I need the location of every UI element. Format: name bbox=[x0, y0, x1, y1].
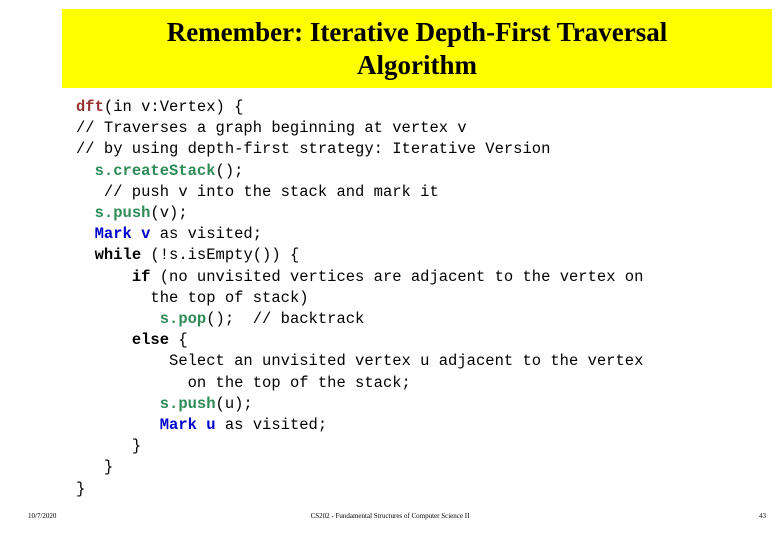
code-token-plain: the top of stack) bbox=[150, 288, 309, 307]
code-token-method: s.push bbox=[94, 204, 151, 223]
code-line: the top of stack) bbox=[76, 288, 766, 309]
page-title-line-1: Remember: Iterative Depth-First Traversa… bbox=[166, 16, 668, 47]
slide-title-banner: Remember: Iterative Depth-First Traversa… bbox=[62, 9, 772, 88]
code-token-mark: Mark v bbox=[94, 225, 151, 244]
code-token-plain: (v); bbox=[150, 204, 188, 223]
code-token-plain: on the top of the stack; bbox=[187, 373, 411, 392]
code-line: s.push(v); bbox=[76, 203, 766, 224]
code-token-kw: else bbox=[131, 331, 170, 350]
code-token-plain: (u); bbox=[215, 394, 253, 413]
code-token-plain: // by using depth-first strategy: Iterat… bbox=[76, 140, 551, 159]
code-token-method: s.pop bbox=[159, 310, 207, 329]
code-line: Select an unvisited vertex u adjacent to… bbox=[76, 351, 766, 372]
code-token-mark: Mark u bbox=[159, 416, 216, 435]
code-token-kw: while bbox=[94, 246, 142, 265]
code-token-plain: } bbox=[76, 479, 86, 498]
code-token-kw: if bbox=[131, 267, 151, 286]
code-line: s.pop(); // backtrack bbox=[76, 309, 766, 330]
code-line: Mark u as visited; bbox=[76, 415, 766, 436]
code-token-plain: as visited; bbox=[215, 416, 328, 435]
code-line: } bbox=[76, 436, 766, 457]
code-line: Mark v as visited; bbox=[76, 224, 766, 245]
code-line: dft(in v:Vertex) { bbox=[76, 97, 766, 118]
code-token-plain: (!s.isEmpty()) { bbox=[141, 246, 300, 265]
code-line: // push v into the stack and mark it bbox=[76, 182, 766, 203]
code-token-plain: (no unvisited vertices are adjacent to t… bbox=[150, 267, 644, 286]
footer-page-number: 43 bbox=[759, 512, 766, 520]
page-title: Remember: Iterative Depth-First Traversa… bbox=[87, 16, 747, 82]
code-line: else { bbox=[76, 330, 766, 351]
code-token-plain: } bbox=[103, 458, 114, 477]
code-token-plain: // Traverses a graph beginning at vertex… bbox=[76, 119, 467, 138]
algorithm-code-block: dft(in v:Vertex) {// Traverses a graph b… bbox=[76, 97, 766, 500]
code-token-method: s.push bbox=[159, 394, 216, 413]
code-token-plain: (); // backtrack bbox=[206, 310, 365, 329]
code-token-plain: Select an unvisited vertex u adjacent to… bbox=[169, 352, 644, 371]
code-token-plain: as visited; bbox=[150, 225, 263, 244]
code-line: if (no unvisited vertices are adjacent t… bbox=[76, 267, 766, 288]
code-line: on the top of the stack; bbox=[76, 373, 766, 394]
code-token-fn: dft bbox=[76, 98, 104, 116]
code-token-plain: { bbox=[169, 331, 188, 350]
code-line: s.push(u); bbox=[76, 394, 766, 415]
code-line: // Traverses a graph beginning at vertex… bbox=[76, 118, 766, 139]
code-line: while (!s.isEmpty()) { bbox=[76, 245, 766, 266]
code-token-plain: (in v:Vertex) { bbox=[103, 98, 244, 116]
code-token-plain: (); bbox=[215, 161, 244, 180]
code-token-plain: // push v into the stack and mark it bbox=[103, 182, 439, 201]
page-title-line-2: Algorithm bbox=[357, 49, 477, 80]
code-token-method: s.createStack bbox=[94, 161, 216, 180]
code-token-plain: } bbox=[131, 437, 142, 456]
code-line: } bbox=[76, 479, 766, 500]
slide-footer: 10/7/2020 CS202 - Fundamental Structures… bbox=[0, 508, 780, 528]
code-line: } bbox=[76, 457, 766, 478]
code-line: // by using depth-first strategy: Iterat… bbox=[76, 139, 766, 160]
code-line: s.createStack(); bbox=[76, 161, 766, 182]
